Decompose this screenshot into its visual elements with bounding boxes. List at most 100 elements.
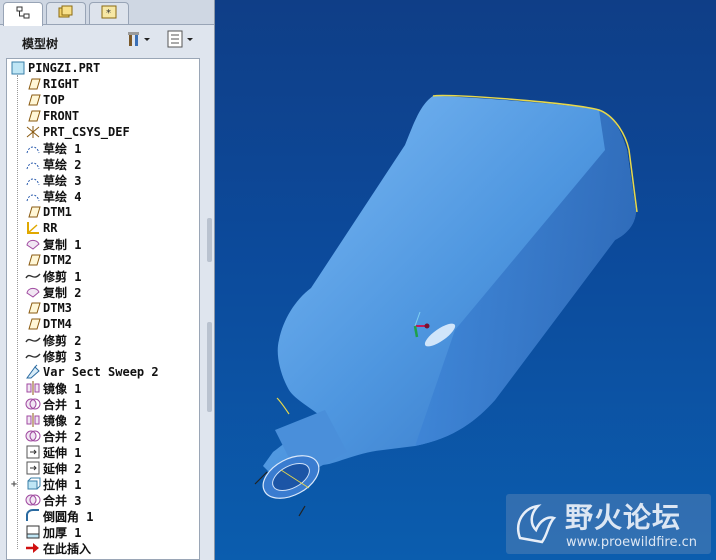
merge-icon [25,396,41,412]
tab-folder-browser[interactable] [46,2,86,24]
tree-item[interactable]: 草绘 2 [25,156,81,172]
tree-item-label: 草绘 4 [43,189,82,204]
expand-icon[interactable]: + [11,479,17,490]
tree-settings-icon [126,29,152,53]
tree-item[interactable]: Var Sect Sweep 2 [25,364,159,380]
tree-item[interactable]: 修剪 1 [25,268,81,284]
bottle-model[interactable] [215,0,716,560]
tree-item-label: RIGHT [43,77,80,91]
folder-tab-icon [57,4,75,24]
tree-item-label: 修剪 1 [43,269,82,284]
tree-item[interactable]: 在此插入 [25,540,91,556]
tree-title: 模型树 [22,37,59,51]
wildfire-logo-icon [517,504,557,544]
tree-settings-button[interactable] [126,30,152,52]
datum-plane-icon [25,76,41,92]
tree-item-label: 镜像 2 [43,413,82,428]
tree-header: 模型树 [0,26,214,56]
extend-icon [25,444,41,460]
tree-item-label: TOP [43,93,65,107]
tree-item-label: PINGZI.PRT [28,61,101,75]
tree-item[interactable]: 复制 2 [25,284,81,300]
tree-item-label: 修剪 2 [43,333,82,348]
mirror-icon [25,412,41,428]
merge-icon [25,428,41,444]
tree-item[interactable]: TOP [25,92,65,108]
tree-item[interactable]: DTM3 [25,300,72,316]
tree-item[interactable]: 修剪 3 [25,348,81,364]
panel-splitter-bottom[interactable] [207,322,212,412]
datum-plane-icon [25,300,41,316]
favorites-tab-icon: * [100,4,118,24]
tree-item[interactable]: FRONT [25,108,79,124]
tree-item[interactable]: PRT_CSYS_DEF [25,124,130,140]
tree-item[interactable]: 修剪 2 [25,332,81,348]
tree-item[interactable]: PINGZI.PRT [10,60,100,76]
panel-tabs: * [0,0,214,26]
tree-item[interactable]: 延伸 2 [25,460,81,476]
svg-text:*: * [106,8,111,19]
trim-icon [25,268,41,284]
tree-item[interactable]: 镜像 1 [25,380,81,396]
tab-favorites[interactable]: * [89,2,129,24]
tree-item-label: DTM4 [43,317,72,331]
tree-item-label: 草绘 3 [43,173,82,188]
tree-item-label: 合并 2 [43,429,82,444]
graphics-viewport[interactable] [215,0,716,560]
sweep-icon [25,364,41,380]
watermark-url: www.proewildfire.cn [566,535,697,550]
datum-plane-icon [25,108,41,124]
model-tree-tab-icon [15,5,31,25]
tree-item[interactable]: + 拉伸 1 [11,476,81,492]
tree-item[interactable]: DTM4 [25,316,72,332]
tree-connector [17,75,18,549]
copy-icon [25,236,41,252]
tree-item[interactable]: 合并 2 [25,428,81,444]
tree-item-label: 合并 3 [43,493,82,508]
round-icon [25,508,41,524]
tree-item-label: FRONT [43,109,80,123]
tree-item-label: 延伸 2 [43,461,82,476]
tree-item[interactable]: 倒圆角 1 [25,508,93,524]
part-icon [10,60,26,76]
tree-item-label: Var Sect Sweep 2 [43,365,159,379]
tree-item[interactable]: DTM1 [25,204,72,220]
model-tree: PINGZI.PRT RIGHT TOP FRONT PRT_CSYS_DEF 草绘 1草… [6,58,200,560]
tree-item-label: 草绘 2 [43,157,82,172]
thicken-icon [25,524,41,540]
tree-item[interactable]: 草绘 3 [25,172,81,188]
sketch-icon [25,156,41,172]
tab-model-tree[interactable] [3,2,43,26]
tree-item-label: 镜像 1 [43,381,82,396]
tree-item-label: PRT_CSYS_DEF [43,125,130,139]
panel-splitter-top[interactable] [207,218,212,262]
extrude-icon [25,476,41,492]
tree-columns-button[interactable] [166,30,196,52]
sketch-icon [25,140,41,156]
tree-item[interactable]: 复制 1 [25,236,81,252]
tree-item[interactable]: 草绘 1 [25,140,81,156]
tree-item[interactable]: RIGHT [25,76,79,92]
tree-item-label: DTM1 [43,205,72,219]
rr-csys-icon [25,220,41,236]
trim-icon [25,332,41,348]
tree-item-label: 延伸 1 [43,445,82,460]
tree-item-label: 加厚 1 [43,525,82,540]
datum-plane-icon [25,92,41,108]
sketch-icon [25,188,41,204]
tree-item[interactable]: 草绘 4 [25,188,81,204]
tree-item[interactable]: 合并 1 [25,396,81,412]
tree-item[interactable]: 合并 3 [25,492,81,508]
tree-item[interactable]: DTM2 [25,252,72,268]
insert-here-arrow-icon [25,540,41,556]
merge-icon [25,492,41,508]
tree-item-label: DTM3 [43,301,72,315]
tree-item-label: 在此插入 [43,541,92,556]
tree-item[interactable]: RR [25,220,57,236]
tree-item[interactable]: 延伸 1 [25,444,81,460]
extend-icon [25,460,41,476]
tree-item[interactable]: 加厚 1 [25,524,81,540]
tree-item-label: 复制 2 [43,285,82,300]
tree-item[interactable]: 镜像 2 [25,412,81,428]
csys-icon [25,124,41,140]
